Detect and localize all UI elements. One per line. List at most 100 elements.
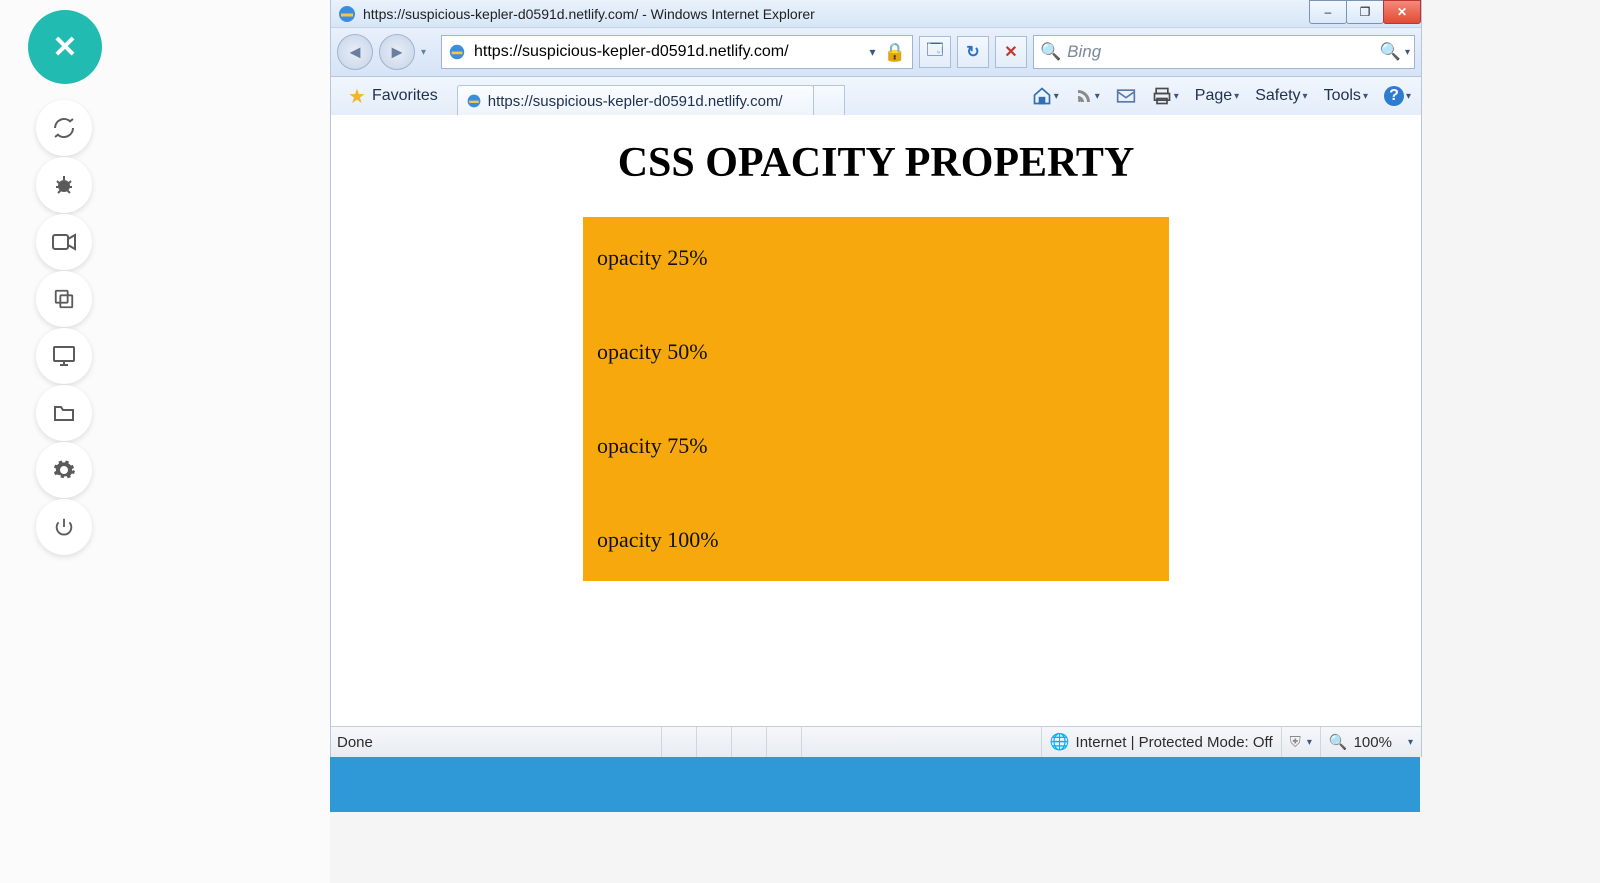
chevron-down-icon: ▾ bbox=[1307, 737, 1312, 748]
search-go-icon[interactable]: 🔍 bbox=[1380, 42, 1401, 62]
address-dropdown-icon[interactable]: ▾ bbox=[864, 45, 882, 59]
command-bar: ★ Favorites https://suspicious-kepler-d0… bbox=[331, 77, 1421, 116]
close-session-button[interactable]: ✕ bbox=[28, 10, 102, 84]
minimize-icon: – bbox=[1325, 5, 1332, 19]
chevron-down-icon: ▾ bbox=[1174, 91, 1179, 102]
opacity-line: opacity 100% bbox=[597, 527, 1155, 567]
compat-icon: 🗔 bbox=[926, 39, 943, 66]
chevron-down-icon: ▾ bbox=[1303, 91, 1308, 102]
zone-label: Internet | Protected Mode: Off bbox=[1076, 734, 1273, 751]
page-menu-button[interactable]: Page ▾ bbox=[1191, 84, 1243, 108]
status-cell bbox=[766, 727, 801, 757]
page-viewport[interactable]: CSS OPACITY PROPERTY opacity 25% opacity… bbox=[331, 115, 1421, 727]
host-empty-panel bbox=[110, 0, 330, 883]
copy-button[interactable] bbox=[36, 271, 92, 327]
nav-history-dropdown[interactable]: ▾ bbox=[421, 47, 435, 58]
opacity-line: opacity 25% bbox=[597, 245, 1155, 339]
help-icon: ? bbox=[1384, 86, 1404, 106]
gear-icon bbox=[52, 458, 76, 482]
video-icon bbox=[52, 233, 76, 251]
read-mail-button[interactable] bbox=[1112, 85, 1140, 107]
search-provider-dropdown[interactable]: ▾ bbox=[1405, 47, 1410, 58]
navigation-bar: ◄ ► ▾ ▾ 🔒 🗔 ↻ ✕ 🔍 Bing 🔍 ▾ bbox=[331, 27, 1421, 77]
window-close-button[interactable]: ✕ bbox=[1383, 0, 1421, 24]
bug-button[interactable] bbox=[36, 157, 92, 213]
chevron-down-icon: ▾ bbox=[1234, 91, 1239, 102]
search-box[interactable]: 🔍 Bing 🔍 ▾ bbox=[1033, 35, 1415, 69]
host-bottom-bar bbox=[330, 757, 1420, 812]
mail-icon bbox=[1116, 88, 1136, 104]
opacity-line: opacity 50% bbox=[597, 339, 1155, 433]
nav-forward-button[interactable]: ► bbox=[379, 34, 415, 70]
chevron-down-icon: ▾ bbox=[1095, 91, 1100, 102]
ie-page-icon bbox=[448, 43, 466, 61]
safety-menu-button[interactable]: Safety ▾ bbox=[1251, 84, 1311, 108]
feeds-icon bbox=[1075, 87, 1093, 105]
address-input[interactable] bbox=[472, 42, 864, 62]
sync-button[interactable] bbox=[36, 100, 92, 156]
print-button[interactable]: ▾ bbox=[1148, 83, 1183, 109]
ie-page-icon bbox=[466, 93, 482, 109]
stop-icon: ✕ bbox=[1004, 42, 1017, 62]
close-icon: ✕ bbox=[1397, 5, 1407, 19]
new-tab-button[interactable] bbox=[813, 85, 845, 117]
print-icon bbox=[1152, 86, 1172, 106]
chevron-down-icon: ▾ bbox=[1363, 91, 1368, 102]
address-bar[interactable]: ▾ 🔒 bbox=[441, 35, 913, 69]
record-button[interactable] bbox=[36, 214, 92, 270]
star-icon: ★ bbox=[348, 84, 366, 109]
status-cell bbox=[661, 727, 696, 757]
ie-window: https://suspicious-kepler-d0591d.netlify… bbox=[330, 0, 1422, 757]
compat-view-button[interactable]: 🗔 bbox=[919, 36, 951, 68]
page-heading: CSS OPACITY PROPERTY bbox=[331, 139, 1421, 187]
browser-tab-active[interactable]: https://suspicious-kepler-d0591d.netlify… bbox=[457, 85, 814, 117]
safety-menu-label: Safety bbox=[1255, 87, 1300, 105]
close-icon: ✕ bbox=[52, 30, 77, 65]
status-cell bbox=[696, 727, 731, 757]
screenshot-button[interactable] bbox=[36, 328, 92, 384]
feeds-button[interactable]: ▾ bbox=[1071, 84, 1104, 108]
ie-logo-icon bbox=[337, 4, 357, 24]
security-zone[interactable]: 🌐 Internet | Protected Mode: Off bbox=[1041, 727, 1281, 757]
opacity-demo-box: opacity 25% opacity 50% opacity 75% opac… bbox=[583, 217, 1169, 581]
status-text: Done bbox=[331, 734, 661, 751]
favorites-button[interactable]: ★ Favorites bbox=[337, 80, 449, 113]
chevron-down-icon: ▾ bbox=[1408, 737, 1413, 748]
zoom-icon: 🔍 bbox=[1329, 733, 1348, 751]
lock-icon[interactable]: 🔒 bbox=[884, 42, 906, 63]
window-minimize-button[interactable]: – bbox=[1309, 0, 1347, 24]
power-icon bbox=[53, 516, 75, 538]
bug-icon bbox=[52, 173, 76, 197]
nav-back-button[interactable]: ◄ bbox=[337, 34, 373, 70]
power-button[interactable] bbox=[36, 499, 92, 555]
files-button[interactable] bbox=[36, 385, 92, 441]
opacity-line: opacity 75% bbox=[597, 433, 1155, 527]
maximize-icon: ❐ bbox=[1360, 5, 1371, 19]
shield-icon: ⛨ bbox=[1290, 734, 1301, 751]
status-cell bbox=[731, 727, 766, 757]
globe-icon: 🌐 bbox=[1050, 732, 1070, 752]
search-icon: 🔍 bbox=[1040, 42, 1061, 62]
favorites-label: Favorites bbox=[372, 87, 438, 105]
copy-icon bbox=[53, 288, 75, 310]
window-titlebar[interactable]: https://suspicious-kepler-d0591d.netlify… bbox=[331, 0, 1421, 27]
protected-mode-toggle[interactable]: ⛨ ▾ bbox=[1281, 727, 1320, 757]
stop-button[interactable]: ✕ bbox=[995, 36, 1027, 68]
help-button[interactable]: ? ▾ bbox=[1380, 83, 1415, 109]
sync-icon bbox=[52, 116, 76, 140]
zoom-control[interactable]: 🔍 100% ▾ bbox=[1320, 727, 1421, 757]
home-icon bbox=[1032, 86, 1052, 106]
chevron-down-icon: ▾ bbox=[1054, 91, 1059, 102]
window-maximize-button[interactable]: ❐ bbox=[1346, 0, 1384, 24]
tools-menu-label: Tools bbox=[1324, 87, 1361, 105]
home-button[interactable]: ▾ bbox=[1028, 83, 1063, 109]
refresh-button[interactable]: ↻ bbox=[957, 36, 989, 68]
refresh-icon: ↻ bbox=[966, 42, 979, 62]
zoom-value: 100% bbox=[1354, 734, 1392, 751]
host-sidebar: ✕ bbox=[0, 0, 110, 883]
chevron-down-icon: ▾ bbox=[1406, 91, 1411, 102]
page-menu-label: Page bbox=[1195, 87, 1232, 105]
tools-menu-button[interactable]: Tools ▾ bbox=[1320, 84, 1372, 108]
search-placeholder: Bing bbox=[1067, 42, 1101, 62]
settings-button[interactable] bbox=[36, 442, 92, 498]
